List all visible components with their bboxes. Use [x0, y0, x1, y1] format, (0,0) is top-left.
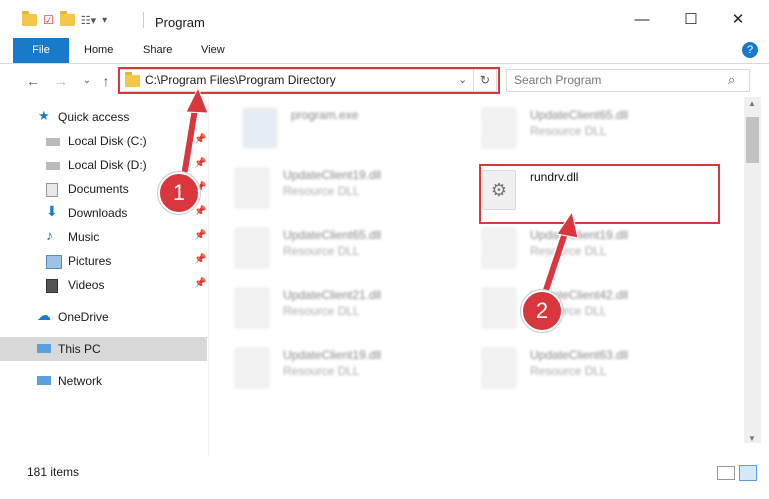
step-1-marker: 1 — [158, 172, 200, 214]
annotation-arrows — [180, 86, 579, 298]
step-2-marker: 2 — [521, 290, 563, 332]
